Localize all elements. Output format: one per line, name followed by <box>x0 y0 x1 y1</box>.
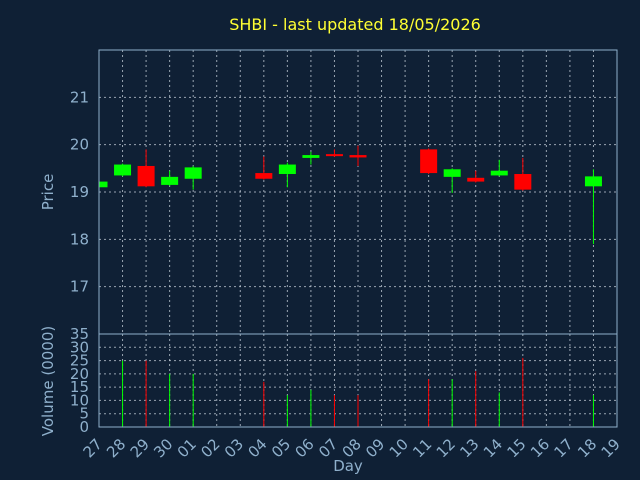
price-tick-label: 19 <box>70 183 89 201</box>
x-tick-label: 03 <box>221 435 247 461</box>
price-tick-label: 18 <box>70 230 89 248</box>
x-tick-label: 11 <box>409 435 435 461</box>
x-tick-label: 09 <box>362 435 388 461</box>
candle-body <box>255 173 273 179</box>
x-tick-label: 14 <box>480 435 506 461</box>
candle-body <box>514 174 532 190</box>
price-tick-label: 21 <box>70 88 89 106</box>
x-tick-label: 13 <box>456 435 482 461</box>
candle-body <box>467 177 485 182</box>
x-tick-label: 17 <box>551 435 577 461</box>
price-grid <box>98 50 618 334</box>
candle-body <box>349 155 367 158</box>
x-tick-label: 18 <box>574 435 600 461</box>
x-tick-label: 27 <box>80 435 106 461</box>
x-tick-label: 01 <box>174 435 200 461</box>
volume-bars <box>122 357 594 427</box>
candle-body <box>114 164 132 176</box>
volume-tick-label: 35 <box>70 325 89 343</box>
candle-body <box>325 154 343 157</box>
price-axis-label: Price <box>39 174 57 211</box>
x-tick-label: 06 <box>292 435 318 461</box>
x-tick-label: 30 <box>150 435 176 461</box>
x-tick-label: 19 <box>598 435 624 461</box>
x-tick-label: 28 <box>103 435 129 461</box>
x-tick-label: 16 <box>527 435 553 461</box>
candle-body <box>278 164 296 175</box>
candle-body <box>443 169 461 177</box>
candle-body <box>420 149 438 174</box>
volume-axis-ticks: 05101520253035 <box>70 325 89 436</box>
x-tick-label: 10 <box>386 435 412 461</box>
candle-body <box>584 176 602 187</box>
candles <box>98 145 602 245</box>
x-tick-label: 15 <box>503 435 529 461</box>
candle-body <box>302 155 320 158</box>
price-axis-ticks: 17 18 19 20 21 <box>70 88 89 295</box>
x-tick-label: 04 <box>244 435 270 461</box>
candle-body <box>99 181 108 188</box>
candle-body <box>490 170 508 176</box>
volume-axis-label: Volume (0000) <box>39 326 57 436</box>
x-tick-label: 05 <box>268 435 294 461</box>
candle-body <box>184 167 202 179</box>
candlestick-chart: SHBI - last updated 18/05/2026 171819202… <box>39 15 624 475</box>
candle-body <box>137 165 155 187</box>
x-tick-label: 12 <box>433 435 459 461</box>
price-tick-label: 20 <box>70 136 89 154</box>
x-tick-label: 29 <box>127 435 153 461</box>
x-axis-label: Day <box>333 457 363 475</box>
price-tick-label: 17 <box>70 278 89 296</box>
chart-title: SHBI - last updated 18/05/2026 <box>229 15 481 34</box>
candle-body <box>161 176 179 185</box>
x-tick-label: 02 <box>197 435 223 461</box>
